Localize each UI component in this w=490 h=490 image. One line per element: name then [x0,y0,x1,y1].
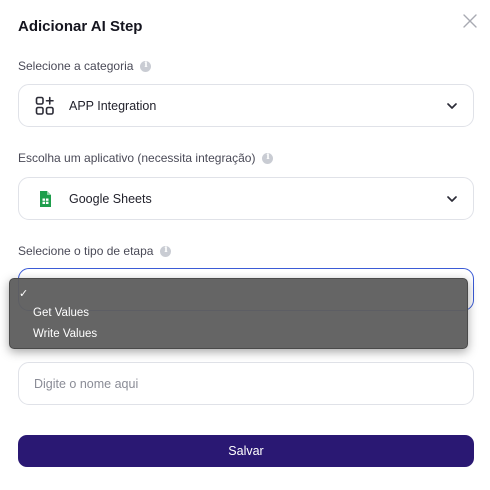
checkmark-icon: ✓ [19,288,29,300]
info-icon[interactable] [140,60,152,72]
step-type-label: Selecione o tipo de etapa [18,244,154,258]
app-label: Escolha um aplicativo (necessita integra… [18,151,256,165]
add-ai-step-modal: Adicionar AI Step Selecione a categoria … [0,0,490,490]
app-label-row: Escolha um aplicativo (necessita integra… [18,151,274,165]
category-label-row: Selecione a categoria [18,59,152,73]
google-sheets-icon [40,190,51,207]
category-select[interactable]: APP Integration [18,84,474,127]
chevron-down-icon [447,103,457,109]
category-label: Selecione a categoria [18,59,134,73]
info-icon[interactable] [262,152,274,164]
step-name-input[interactable] [18,362,474,405]
app-grid-plus-icon [35,96,54,115]
category-value: APP Integration [69,98,157,113]
app-value: Google Sheets [69,191,152,206]
close-icon[interactable] [461,12,479,30]
modal-title: Adicionar AI Step [18,18,143,35]
dropdown-option-write-values[interactable]: Write Values [10,328,467,340]
app-select[interactable]: Google Sheets [18,177,474,220]
step-type-dropdown: ✓ Get Values Write Values [9,278,468,349]
chevron-down-icon [447,196,457,202]
save-button[interactable]: Salvar [18,435,474,467]
dropdown-option-get-values[interactable]: Get Values [10,307,467,319]
step-type-label-row: Selecione o tipo de etapa [18,244,172,258]
info-icon[interactable] [160,245,172,257]
